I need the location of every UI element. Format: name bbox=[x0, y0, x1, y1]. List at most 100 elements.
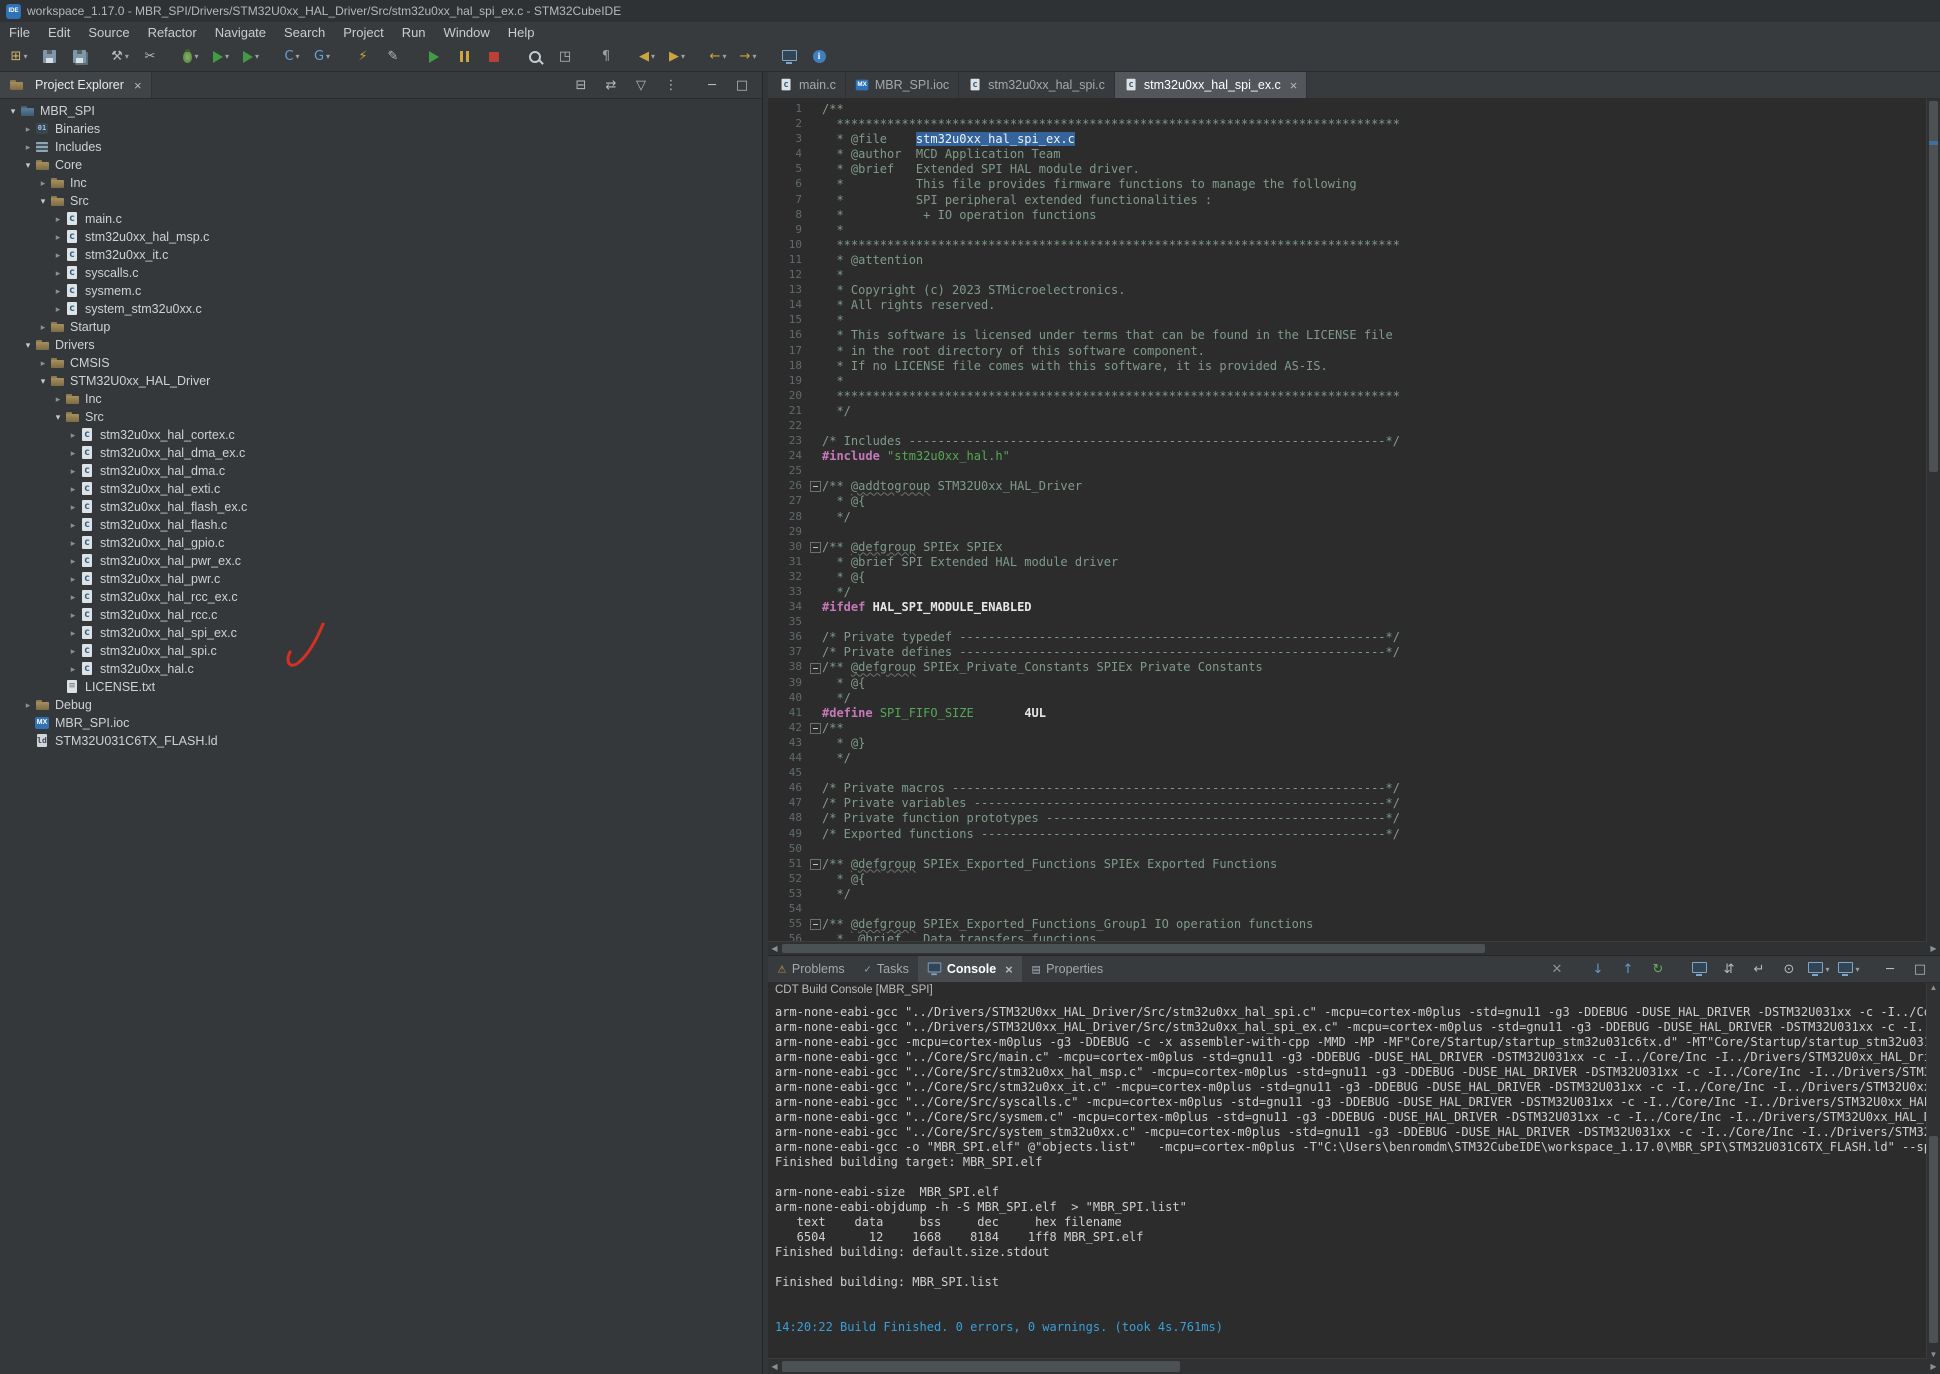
console-hscroll-thumb[interactable] bbox=[782, 1361, 1180, 1372]
code-area[interactable]: 1/**2 **********************************… bbox=[768, 99, 1940, 941]
tree-expand-icon[interactable]: ▸ bbox=[66, 556, 80, 567]
link-with-editor-button[interactable]: ⇄ bbox=[597, 73, 625, 97]
pin-console-button[interactable]: ⊙ bbox=[1775, 957, 1803, 981]
tree-expand-icon[interactable]: ▸ bbox=[51, 214, 65, 225]
menu-refactor[interactable]: Refactor bbox=[139, 22, 206, 42]
tree-expand-icon[interactable]: ▸ bbox=[66, 664, 80, 675]
tree-item-stm32u0xx-hal-rcc-c[interactable]: ▸stm32u0xx_hal_rcc.c bbox=[0, 606, 762, 624]
maximize-button[interactable]: □ bbox=[728, 73, 756, 97]
console-tab-tasks[interactable]: ✓Tasks bbox=[854, 956, 918, 982]
tree-item-drivers[interactable]: ▾Drivers bbox=[0, 336, 762, 354]
tree-expand-icon[interactable]: ▸ bbox=[66, 592, 80, 603]
tree-item-stm32u031c6tx-flash-ld[interactable]: STM32U031C6TX_FLASH.ld bbox=[0, 732, 762, 750]
scroll-right-icon[interactable]: ▶ bbox=[1927, 1362, 1940, 1371]
tree-expand-icon[interactable]: ▸ bbox=[36, 322, 50, 333]
console-horizontal-scrollbar[interactable]: ◀ ▶ bbox=[768, 1358, 1940, 1374]
tree-expand-icon[interactable]: ▸ bbox=[51, 268, 65, 279]
menu-project[interactable]: Project bbox=[334, 22, 392, 42]
edit-button[interactable]: ✎ bbox=[379, 45, 407, 69]
save-all-button[interactable] bbox=[65, 45, 93, 69]
menu-help[interactable]: Help bbox=[499, 22, 544, 42]
scroll-to-bottom-button[interactable]: ↓ bbox=[1584, 957, 1612, 981]
tree-item-stm32u0xx-hal-dma-ex-c[interactable]: ▸stm32u0xx_hal_dma_ex.c bbox=[0, 444, 762, 462]
tree-item-stm32u0xx-hal-c[interactable]: ▸stm32u0xx_hal.c bbox=[0, 660, 762, 678]
flash-programmer-button[interactable]: ⚡ bbox=[349, 45, 377, 69]
close-tab-icon[interactable]: × bbox=[1290, 78, 1298, 93]
tree-expand-icon[interactable]: ▸ bbox=[21, 124, 35, 135]
project-explorer-tab[interactable]: Project Explorer × bbox=[0, 72, 152, 98]
tree-item-stm32u0xx-hal-pwr-ex-c[interactable]: ▸stm32u0xx_hal_pwr_ex.c bbox=[0, 552, 762, 570]
tree-expand-icon[interactable]: ▸ bbox=[66, 574, 80, 585]
external-tools-button[interactable]: ▾ bbox=[237, 45, 265, 69]
editor-hscroll-thumb[interactable] bbox=[782, 944, 1485, 953]
editor-vscroll-thumb[interactable] bbox=[1929, 101, 1938, 472]
save-button[interactable] bbox=[35, 45, 63, 69]
console-vertical-scrollbar[interactable]: ▲ ▼ bbox=[1926, 983, 1940, 1359]
filter-button[interactable]: ▽ bbox=[627, 73, 655, 97]
tree-item-stm32u0xx-hal-msp-c[interactable]: ▸stm32u0xx_hal_msp.c bbox=[0, 228, 762, 246]
new-c-source-button[interactable]: C▾ bbox=[278, 45, 306, 69]
menu-run[interactable]: Run bbox=[393, 22, 435, 42]
tree-item-stm32u0xx-hal-rcc-ex-c[interactable]: ▸stm32u0xx_hal_rcc_ex.c bbox=[0, 588, 762, 606]
scroll-left-icon[interactable]: ◀ bbox=[768, 1362, 781, 1371]
tree-item-includes[interactable]: ▸Includes bbox=[0, 138, 762, 156]
tree-expand-icon[interactable]: ▸ bbox=[66, 628, 80, 639]
menu-edit[interactable]: Edit bbox=[39, 22, 79, 42]
menu-window[interactable]: Window bbox=[435, 22, 499, 42]
fold-collapse-icon[interactable] bbox=[810, 859, 821, 870]
tree-item-inc[interactable]: ▸Inc bbox=[0, 390, 762, 408]
console-tab-properties[interactable]: ▤Properties bbox=[1022, 956, 1112, 982]
prev-annotation-button[interactable]: ◀▾ bbox=[633, 45, 661, 69]
editor-tab-stm32u0xx-hal-spi-ex-c[interactable]: stm32u0xx_hal_spi_ex.c× bbox=[1115, 72, 1307, 98]
back-button[interactable]: ←▾ bbox=[704, 45, 732, 69]
editor-tab-main-c[interactable]: main.c bbox=[770, 72, 846, 98]
tree-item-main-c[interactable]: ▸main.c bbox=[0, 210, 762, 228]
tree-item-inc[interactable]: ▸Inc bbox=[0, 174, 762, 192]
code-editor[interactable]: 1/**2 **********************************… bbox=[768, 99, 1940, 955]
console-tab-problems[interactable]: ⚠Problems bbox=[768, 956, 854, 982]
tree-item-stm32u0xx-hal-gpio-c[interactable]: ▸stm32u0xx_hal_gpio.c bbox=[0, 534, 762, 552]
tree-collapse-icon[interactable]: ▾ bbox=[51, 412, 65, 423]
tree-item-stm32u0xx-hal-spi-ex-c[interactable]: ▸stm32u0xx_hal_spi_ex.c bbox=[0, 624, 762, 642]
tree-expand-icon[interactable]: ▸ bbox=[66, 610, 80, 621]
fold-collapse-icon[interactable] bbox=[810, 723, 821, 734]
console-vscroll-thumb[interactable] bbox=[1929, 1136, 1938, 1343]
tree-expand-icon[interactable]: ▸ bbox=[51, 286, 65, 297]
terminate-button[interactable] bbox=[480, 45, 508, 69]
display-selected-console-button[interactable]: ▾ bbox=[1805, 957, 1833, 981]
tree-expand-icon[interactable]: ▸ bbox=[21, 700, 35, 711]
scroll-up-icon[interactable]: ▲ bbox=[1927, 983, 1940, 992]
menu-source[interactable]: Source bbox=[79, 22, 138, 42]
tree-collapse-icon[interactable]: ▾ bbox=[36, 376, 50, 387]
forward-button[interactable]: →▾ bbox=[734, 45, 762, 69]
tree-item-binaries[interactable]: ▸Binaries bbox=[0, 120, 762, 138]
tree-item-stm32u0xx-hal-spi-c[interactable]: ▸stm32u0xx_hal_spi.c bbox=[0, 642, 762, 660]
maximize-button[interactable]: □ bbox=[1906, 957, 1934, 981]
tree-item-cmsis[interactable]: ▸CMSIS bbox=[0, 354, 762, 372]
menu-file[interactable]: File bbox=[0, 22, 39, 42]
tree-expand-icon[interactable]: ▸ bbox=[51, 232, 65, 243]
scroll-right-icon[interactable]: ▶ bbox=[1927, 944, 1940, 953]
suspend-button[interactable] bbox=[450, 45, 478, 69]
show-whitespace-button[interactable]: ¶ bbox=[592, 45, 620, 69]
scroll-down-icon[interactable]: ▼ bbox=[1927, 1350, 1940, 1359]
new-button[interactable]: ⊞▾ bbox=[5, 45, 33, 69]
tree-expand-icon[interactable]: ▸ bbox=[36, 178, 50, 189]
tree-item-stm32u0xx-hal-driver[interactable]: ▾STM32U0xx_HAL_Driver bbox=[0, 372, 762, 390]
editor-vertical-scrollbar[interactable] bbox=[1926, 99, 1940, 942]
next-annotation-button[interactable]: ▶▾ bbox=[663, 45, 691, 69]
clear-console-button[interactable] bbox=[1685, 957, 1713, 981]
tree-expand-icon[interactable]: ▸ bbox=[66, 646, 80, 657]
tree-collapse-icon[interactable]: ▾ bbox=[21, 340, 35, 351]
tree-item-license-txt[interactable]: LICENSE.txt bbox=[0, 678, 762, 696]
build-button[interactable]: ⚒▾ bbox=[106, 45, 134, 69]
close-tab-icon[interactable]: × bbox=[1005, 962, 1013, 977]
tree-expand-icon[interactable]: ▸ bbox=[66, 448, 80, 459]
view-menu-button[interactable]: ⋮ bbox=[657, 73, 685, 97]
tree-item-stm32u0xx-hal-exti-c[interactable]: ▸stm32u0xx_hal_exti.c bbox=[0, 480, 762, 498]
terminal-button[interactable] bbox=[775, 45, 803, 69]
tree-expand-icon[interactable]: ▸ bbox=[66, 538, 80, 549]
tree-expand-icon[interactable]: ▸ bbox=[36, 358, 50, 369]
tree-expand-icon[interactable]: ▸ bbox=[66, 430, 80, 441]
open-console-button[interactable]: ▾ bbox=[1835, 957, 1863, 981]
